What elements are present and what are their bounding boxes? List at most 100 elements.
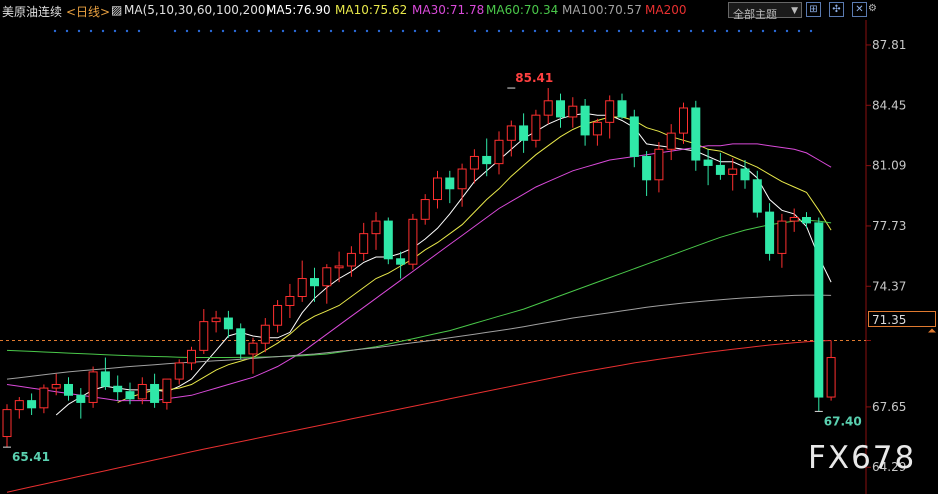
candle-down [113, 385, 123, 393]
candle-up [174, 362, 184, 380]
marker-dot [341, 29, 345, 33]
marker-dot [809, 29, 813, 33]
y-tick-label: 67.65 [872, 400, 906, 414]
candle-up [408, 218, 418, 265]
marker-dot [497, 29, 501, 33]
marker-dot [77, 29, 81, 33]
candle-up [568, 105, 578, 118]
y-tick-label: 74.37 [872, 279, 906, 293]
extreme-label: 85.41 [515, 71, 553, 85]
candle-up [457, 168, 467, 190]
marker-dot [173, 29, 177, 33]
candle-up [679, 107, 688, 134]
extreme-label: 65.41 [12, 450, 50, 464]
candle-up [14, 400, 24, 411]
marker-dot [509, 29, 513, 33]
candle-up [39, 387, 49, 409]
candle-up [420, 199, 430, 220]
candle-down [223, 317, 233, 330]
marker-dot [401, 29, 405, 33]
candle-down [150, 383, 160, 403]
candle-up [297, 278, 307, 297]
candle-down [580, 105, 590, 136]
candle-down [814, 222, 824, 398]
marker-dot [725, 29, 729, 33]
candle-up [137, 383, 147, 400]
marker-dot [485, 29, 489, 33]
marker-dot [317, 29, 321, 33]
marker-dot [629, 29, 633, 33]
candle-up [826, 357, 836, 398]
marker-dot [569, 29, 573, 33]
marker-dot [185, 29, 189, 33]
candle-up [359, 233, 369, 254]
marker-dot [89, 29, 93, 33]
y-tick-label: 84.45 [872, 98, 906, 112]
candle-down [236, 328, 246, 355]
marker-dot [761, 29, 765, 33]
candle-down [310, 278, 319, 287]
marker-dot [113, 29, 117, 33]
marker-dot [677, 29, 681, 33]
candle-up [199, 321, 209, 351]
marker-dot [557, 29, 561, 33]
marker-dot [581, 29, 585, 33]
watermark: FX678 [808, 440, 917, 476]
candle-down [396, 258, 406, 265]
candle-up [187, 349, 196, 364]
marker-dot [125, 29, 129, 33]
marker-dot [533, 29, 537, 33]
marker-dot [641, 29, 645, 33]
marker-dot [221, 29, 225, 33]
marker-dot [137, 29, 141, 33]
ma-line-ma60 [6, 219, 832, 358]
candle-up [543, 100, 553, 116]
marker-dot [233, 29, 237, 33]
candlestick-chart: 87.8184.4581.0977.7374.3767.6564.2985.41… [0, 20, 936, 494]
candle-up [273, 304, 283, 326]
candle-up [789, 217, 799, 222]
candle-up [592, 121, 602, 136]
candle-up [248, 342, 258, 355]
marker-dot [413, 29, 417, 33]
marker-dot [269, 29, 273, 33]
marker-dot [365, 29, 369, 33]
candle-down [64, 383, 73, 396]
marker-dot [293, 29, 297, 33]
candle-up [433, 177, 442, 201]
marker-dot [437, 29, 441, 33]
candle-down [482, 155, 492, 165]
candle-up [494, 139, 504, 165]
marker-dot [797, 29, 801, 33]
marker-dot [329, 29, 333, 33]
price-arrow-icon [928, 328, 936, 333]
candle-up [322, 267, 332, 287]
candle-up [506, 125, 516, 141]
candle-up [2, 409, 12, 438]
candle-up [346, 252, 356, 267]
candle-up [666, 132, 676, 150]
candle-up [88, 371, 98, 403]
extreme-label: 67.40 [824, 414, 862, 428]
marker-dot [353, 29, 357, 33]
candle-down [703, 159, 713, 166]
marker-dot [281, 29, 285, 33]
candle-down [765, 211, 775, 254]
candle-down [629, 116, 639, 157]
candle-down [383, 220, 393, 260]
marker-dot [545, 29, 549, 33]
marker-dot [197, 29, 201, 33]
candle-up [777, 220, 787, 254]
candle-up [162, 378, 172, 403]
candle-up [260, 324, 270, 344]
marker-dot [53, 29, 57, 33]
ma-line-ma5 [55, 112, 832, 416]
candle-up [469, 155, 479, 170]
candle-down [100, 371, 110, 387]
current-price-label: 71.35 [868, 311, 936, 327]
marker-dot [377, 29, 381, 33]
marker-dot [713, 29, 717, 33]
candle-up [334, 265, 344, 269]
marker-dot [305, 29, 309, 33]
marker-dot [773, 29, 777, 33]
